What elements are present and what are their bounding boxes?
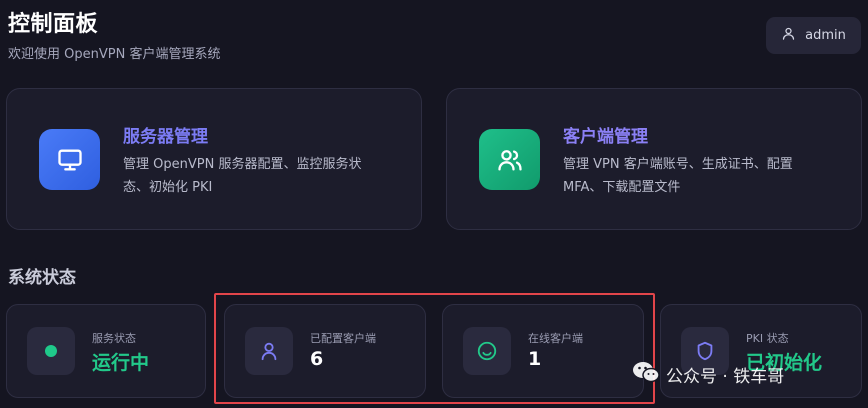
card-description: 管理 VPN 客户端账号、生成证书、配置 MFA、下载配置文件 — [563, 157, 793, 195]
watermark-text: 公众号 · 铁车哥 — [666, 367, 785, 387]
page-title: 控制面板 — [8, 12, 99, 37]
wechat-icon — [632, 360, 660, 389]
card-description: 管理 OpenVPN 服务器配置、监控服务状态、初始化 PKI — [123, 157, 362, 195]
user-menu-button[interactable]: admin — [766, 17, 861, 54]
online-clients-card: 在线客户端 1 — [442, 304, 644, 398]
section-title: 系统状态 — [8, 268, 76, 288]
user-name: admin — [805, 28, 846, 43]
user-icon — [781, 26, 796, 45]
status-value: 1 — [528, 348, 542, 370]
user-icon — [245, 327, 293, 375]
monitor-icon — [39, 129, 100, 190]
status-value: 6 — [310, 348, 324, 370]
status-label: PKI 状态 — [746, 332, 789, 345]
service-status-card: 服务状态 运行中 — [6, 304, 206, 398]
client-management-card[interactable]: 客户端管理 管理 VPN 客户端账号、生成证书、配置 MFA、下载配置文件 — [446, 88, 862, 230]
watermark: 公众号 · 铁车哥 — [632, 360, 784, 389]
users-icon — [479, 129, 540, 190]
status-label: 在线客户端 — [528, 332, 583, 345]
page-subtitle: 欢迎使用 OpenVPN 客户端管理系统 — [8, 47, 221, 62]
dashboard-page: 控制面板 欢迎使用 OpenVPN 客户端管理系统 admin 服务器管理 管理… — [0, 0, 868, 408]
server-management-card[interactable]: 服务器管理 管理 OpenVPN 服务器配置、监控服务状态、初始化 PKI — [6, 88, 422, 230]
status-dot-icon — [27, 327, 75, 375]
smile-icon — [463, 327, 511, 375]
status-label: 已配置客户端 — [310, 332, 376, 345]
card-title: 客户端管理 — [563, 127, 648, 147]
status-label: 服务状态 — [92, 332, 136, 345]
card-title: 服务器管理 — [123, 127, 208, 147]
status-value: 运行中 — [92, 352, 150, 374]
configured-clients-card: 已配置客户端 6 — [224, 304, 426, 398]
